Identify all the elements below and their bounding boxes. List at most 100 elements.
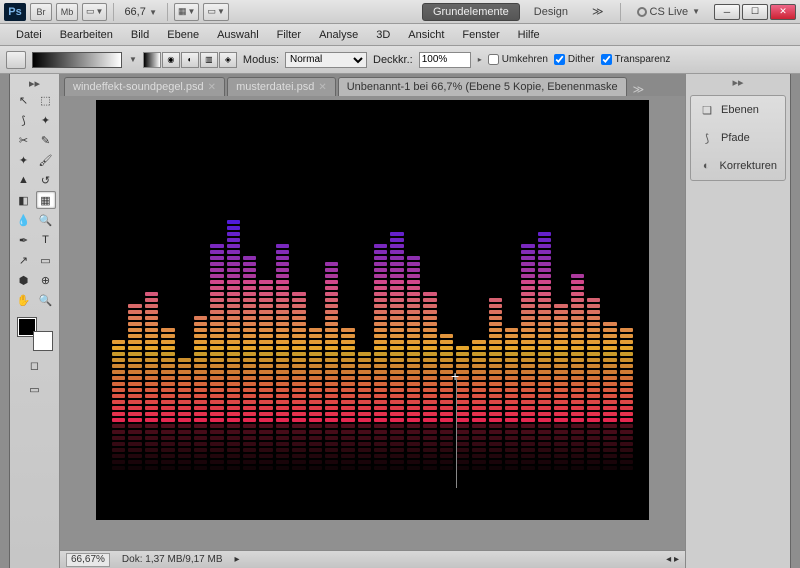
extras-button[interactable]: ▭▼ [203, 3, 228, 21]
menu-auswahl[interactable]: Auswahl [209, 26, 267, 44]
cs-live-button[interactable]: CS Live▼ [627, 4, 710, 20]
adjustments-icon: ◐ [699, 158, 714, 174]
right-dock-strip[interactable] [790, 74, 800, 568]
transparency-checkbox[interactable]: Transparenz [601, 54, 671, 65]
status-more-icon[interactable]: ▸ [235, 554, 240, 565]
panel-korrekturen[interactable]: ◐Korrekturen [691, 152, 785, 180]
zoom-tool[interactable]: 🔍 [36, 291, 56, 309]
mode-label: Modus: [243, 54, 279, 66]
minibridge-button[interactable]: Mb [56, 3, 78, 21]
eq-bar [178, 356, 191, 470]
eq-bar [210, 242, 223, 470]
gradient-tool[interactable]: ▦ [36, 191, 56, 209]
gradient-drag-line [456, 378, 457, 488]
healing-tool[interactable]: ✦ [14, 151, 34, 169]
background-color[interactable] [34, 332, 52, 350]
workspace-more-button[interactable]: ≫ [582, 3, 614, 20]
move-tool[interactable]: ↖ [14, 91, 34, 109]
stamp-tool[interactable]: ▲ [14, 171, 34, 189]
menu-hilfe[interactable]: Hilfe [510, 26, 548, 44]
lasso-tool[interactable]: ⟆ [14, 111, 34, 129]
eq-bar [538, 230, 551, 470]
left-dock-strip[interactable] [0, 74, 10, 568]
toolbox: ▸▸ ↖⬚⟆✦✂✎✦🖌▲↺◧▦💧🔍✒T↗▭⬢⊕✋🔍 ◻ ▭ [10, 74, 60, 568]
blend-mode-select[interactable]: Normal [285, 52, 367, 68]
blur-tool[interactable]: 💧 [14, 211, 34, 229]
3d-camera-tool[interactable]: ⊕ [36, 271, 56, 289]
diamond-gradient-icon[interactable]: ◈ [219, 52, 237, 68]
bridge-button[interactable]: Br [30, 3, 52, 21]
radial-gradient-icon[interactable]: ◉ [162, 52, 180, 68]
angle-gradient-icon[interactable]: ◐ [181, 52, 199, 68]
close-button[interactable]: ✕ [770, 4, 796, 20]
minimize-button[interactable]: ─ [714, 4, 740, 20]
menu-bearbeiten[interactable]: Bearbeiten [52, 26, 121, 44]
menu-fenster[interactable]: Fenster [454, 26, 507, 44]
history-brush-tool[interactable]: ↺ [36, 171, 56, 189]
gradient-picker[interactable] [32, 52, 122, 68]
marquee-tool[interactable]: ⬚ [36, 91, 56, 109]
eraser-tool[interactable]: ◧ [14, 191, 34, 209]
workspace-design[interactable]: Design [524, 4, 578, 20]
eq-bar [390, 230, 403, 470]
pen-tool[interactable]: ✒ [14, 231, 34, 249]
right-panel: ▸▸ ❏Ebenen ⟆Pfade ◐Korrekturen [685, 74, 790, 568]
reverse-checkbox[interactable]: Umkehren [488, 54, 548, 65]
eq-bar [161, 326, 174, 470]
eq-bar [259, 278, 272, 470]
linear-gradient-icon[interactable] [143, 52, 161, 68]
panel-ebenen[interactable]: ❏Ebenen [691, 96, 785, 124]
more-tabs-button[interactable]: ≫ [629, 83, 649, 96]
menu-filter[interactable]: Filter [269, 26, 309, 44]
menu-analyse[interactable]: Analyse [311, 26, 366, 44]
gradient-type-group: ◉ ◐ ▥ ◈ [143, 52, 237, 68]
eq-bar [358, 350, 371, 470]
eq-bar [505, 326, 518, 470]
quickmask-button[interactable]: ◻ [25, 356, 45, 374]
panel-pfade[interactable]: ⟆Pfade [691, 124, 785, 152]
status-dok[interactable]: Dok: 1,37 MB/9,17 MB [122, 554, 223, 565]
document-tab[interactable]: Unbenannt-1 bei 66,7% (Ebene 5 Kopie, Eb… [338, 77, 627, 96]
panel-collapse-icon[interactable]: ▸▸ [686, 74, 790, 91]
workspace-grundelemente[interactable]: Grundelemente [422, 3, 520, 21]
hand-tool[interactable]: ✋ [14, 291, 34, 309]
shape-tool[interactable]: ▭ [36, 251, 56, 269]
dodge-tool[interactable]: 🔍 [36, 211, 56, 229]
arrange-button[interactable]: ▦▼ [174, 3, 199, 21]
wand-tool[interactable]: ✦ [36, 111, 56, 129]
menu-datei[interactable]: Datei [8, 26, 50, 44]
menu-bild[interactable]: Bild [123, 26, 157, 44]
status-zoom[interactable]: 66,67% [66, 553, 110, 567]
options-bar: ▼ ◉ ◐ ▥ ◈ Modus: Normal Deckkr.: 100%▸ U… [0, 46, 800, 74]
toolbox-collapse-icon[interactable]: ▸▸ [15, 78, 55, 88]
path-tool[interactable]: ↗ [14, 251, 34, 269]
eyedropper-tool[interactable]: ✎ [36, 131, 56, 149]
eq-bar [440, 332, 453, 470]
crop-tool[interactable]: ✂ [14, 131, 34, 149]
menu-ebene[interactable]: Ebene [159, 26, 207, 44]
screenmode-tool-button[interactable]: ▭ [25, 380, 45, 398]
menu-ansicht[interactable]: Ansicht [400, 26, 452, 44]
eq-bar [112, 338, 125, 470]
document-tab[interactable]: musterdatei.psd✕ [227, 77, 336, 96]
maximize-button[interactable]: ☐ [742, 4, 768, 20]
3d-tool[interactable]: ⬢ [14, 271, 34, 289]
title-bar: Ps Br Mb ▭▼ 66,7 ▼ ▦▼ ▭▼ Grundelemente D… [0, 0, 800, 24]
document-canvas[interactable]: + [96, 100, 649, 520]
zoom-level[interactable]: 66,7 ▼ [120, 6, 161, 18]
color-swatches[interactable] [18, 318, 52, 350]
menu-3d[interactable]: 3D [368, 26, 398, 44]
canvas-area[interactable]: + [60, 96, 685, 550]
close-icon[interactable]: ✕ [208, 82, 216, 93]
type-tool[interactable]: T [36, 231, 56, 249]
document-tab[interactable]: windeffekt-soundpegel.psd✕ [64, 77, 225, 96]
brush-tool[interactable]: 🖌 [36, 151, 56, 169]
screen-mode-button[interactable]: ▭▼ [82, 3, 107, 21]
opacity-field[interactable]: 100% [419, 52, 471, 68]
dither-checkbox[interactable]: Dither [554, 54, 595, 65]
document-tab-bar: windeffekt-soundpegel.psd✕musterdatei.ps… [60, 74, 685, 96]
close-icon[interactable]: ✕ [318, 82, 326, 93]
tool-preset-picker[interactable] [6, 51, 26, 69]
opacity-label: Deckkr.: [373, 54, 413, 66]
reflected-gradient-icon[interactable]: ▥ [200, 52, 218, 68]
